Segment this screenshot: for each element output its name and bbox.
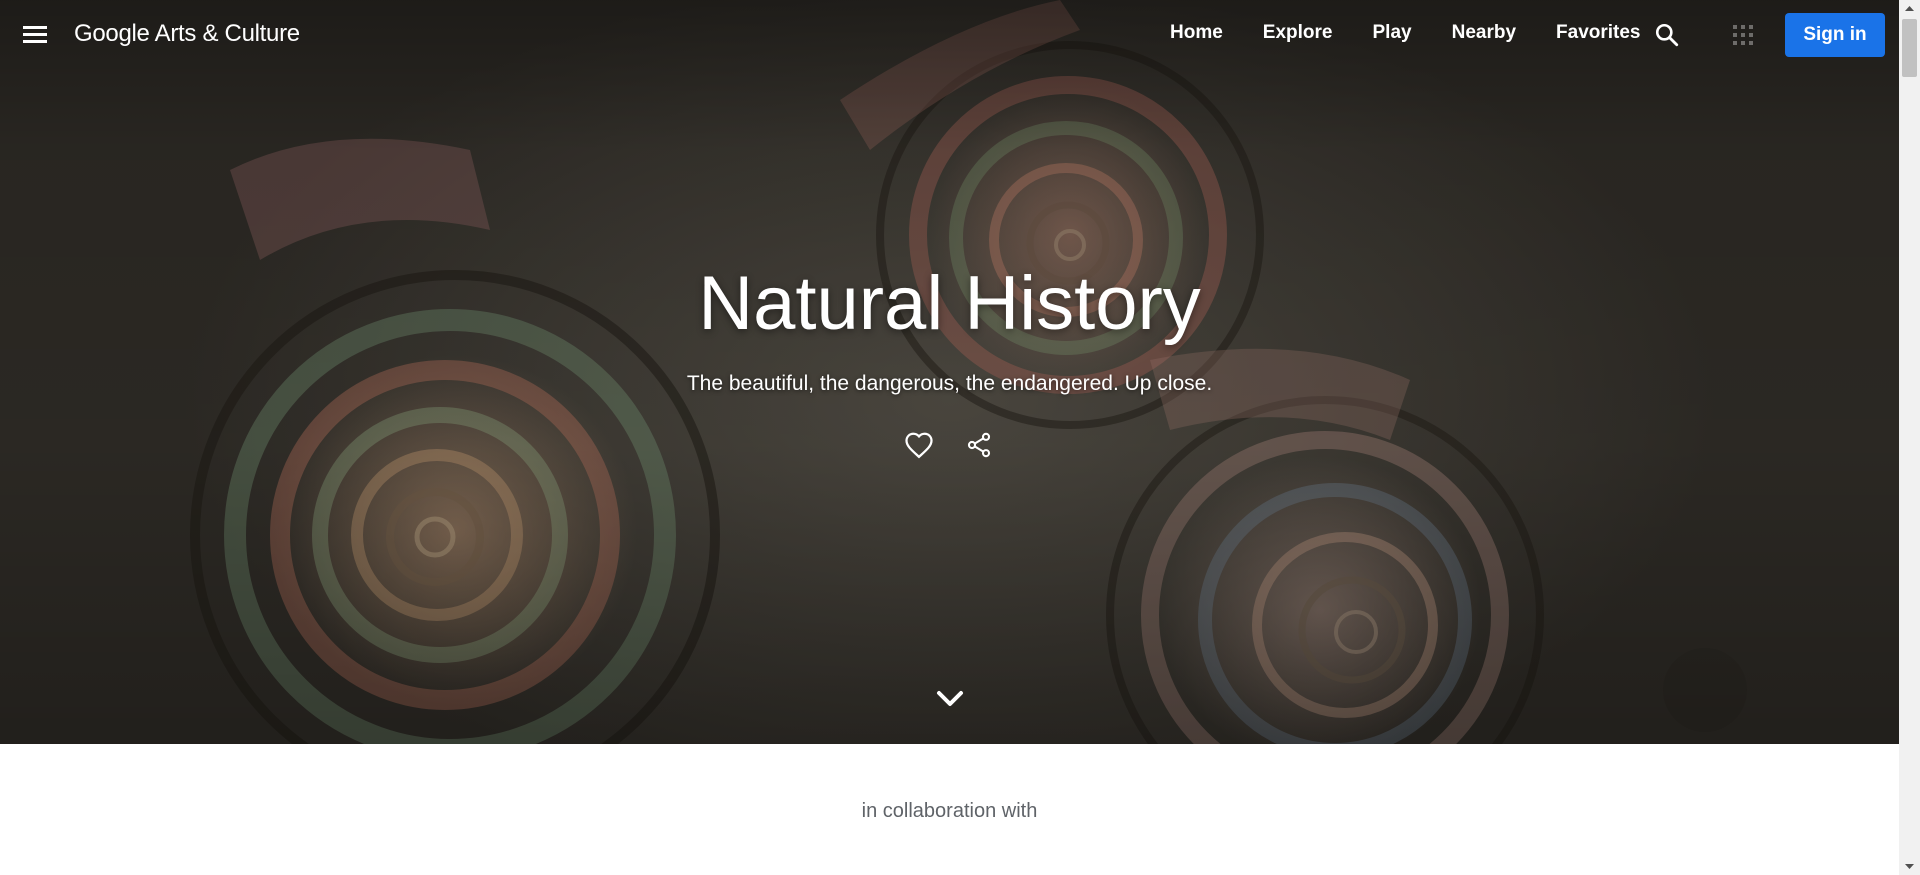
apps-button[interactable] [1733,25,1753,50]
scroll-down-button[interactable] [934,687,966,716]
page-scrollbar[interactable] [1899,0,1920,875]
share-icon [967,432,991,458]
nav-nearby[interactable]: Nearby [1452,22,1516,44]
scroll-down-arrow[interactable] [1899,858,1920,875]
hero-banner: Natural History The beautiful, the dange… [0,0,1899,744]
sign-in-button[interactable]: Sign in [1785,13,1885,57]
hamburger-menu-icon [23,26,47,29]
scrollbar-thumb[interactable] [1902,19,1917,77]
page-subtitle: The beautiful, the dangerous, the endang… [686,372,1213,395]
triangle-up-icon [1905,6,1914,11]
triangle-down-icon [1905,864,1914,869]
hamburger-line [23,33,47,36]
share-button[interactable] [965,431,993,464]
hamburger-line [23,40,47,43]
collaboration-text: in collaboration with [861,800,1038,822]
chevron-down-icon [937,691,963,706]
nav-play[interactable]: Play [1373,22,1412,44]
search-icon [1655,23,1679,47]
nav-explore[interactable]: Explore [1263,22,1333,44]
nav-favorites[interactable]: Favorites [1556,22,1640,44]
page: Natural History The beautiful, the dange… [0,0,1920,875]
nav-home[interactable]: Home [1170,22,1223,44]
search-button[interactable] [1654,22,1680,53]
page-title: Natural History [698,261,1201,346]
favorite-button[interactable] [904,431,934,464]
main-nav: Home Explore Play Nearby Favorites [1170,22,1641,44]
apps-grid-icon [1733,25,1753,45]
content-area: Natural History The beautiful, the dange… [0,0,1899,875]
menu-button[interactable] [20,23,50,47]
top-bar: Google Arts & Culture Home Explore Play … [0,0,1899,70]
logo[interactable]: Google Arts & Culture [74,20,300,48]
heart-icon [905,432,933,459]
scroll-up-arrow[interactable] [1899,0,1920,17]
